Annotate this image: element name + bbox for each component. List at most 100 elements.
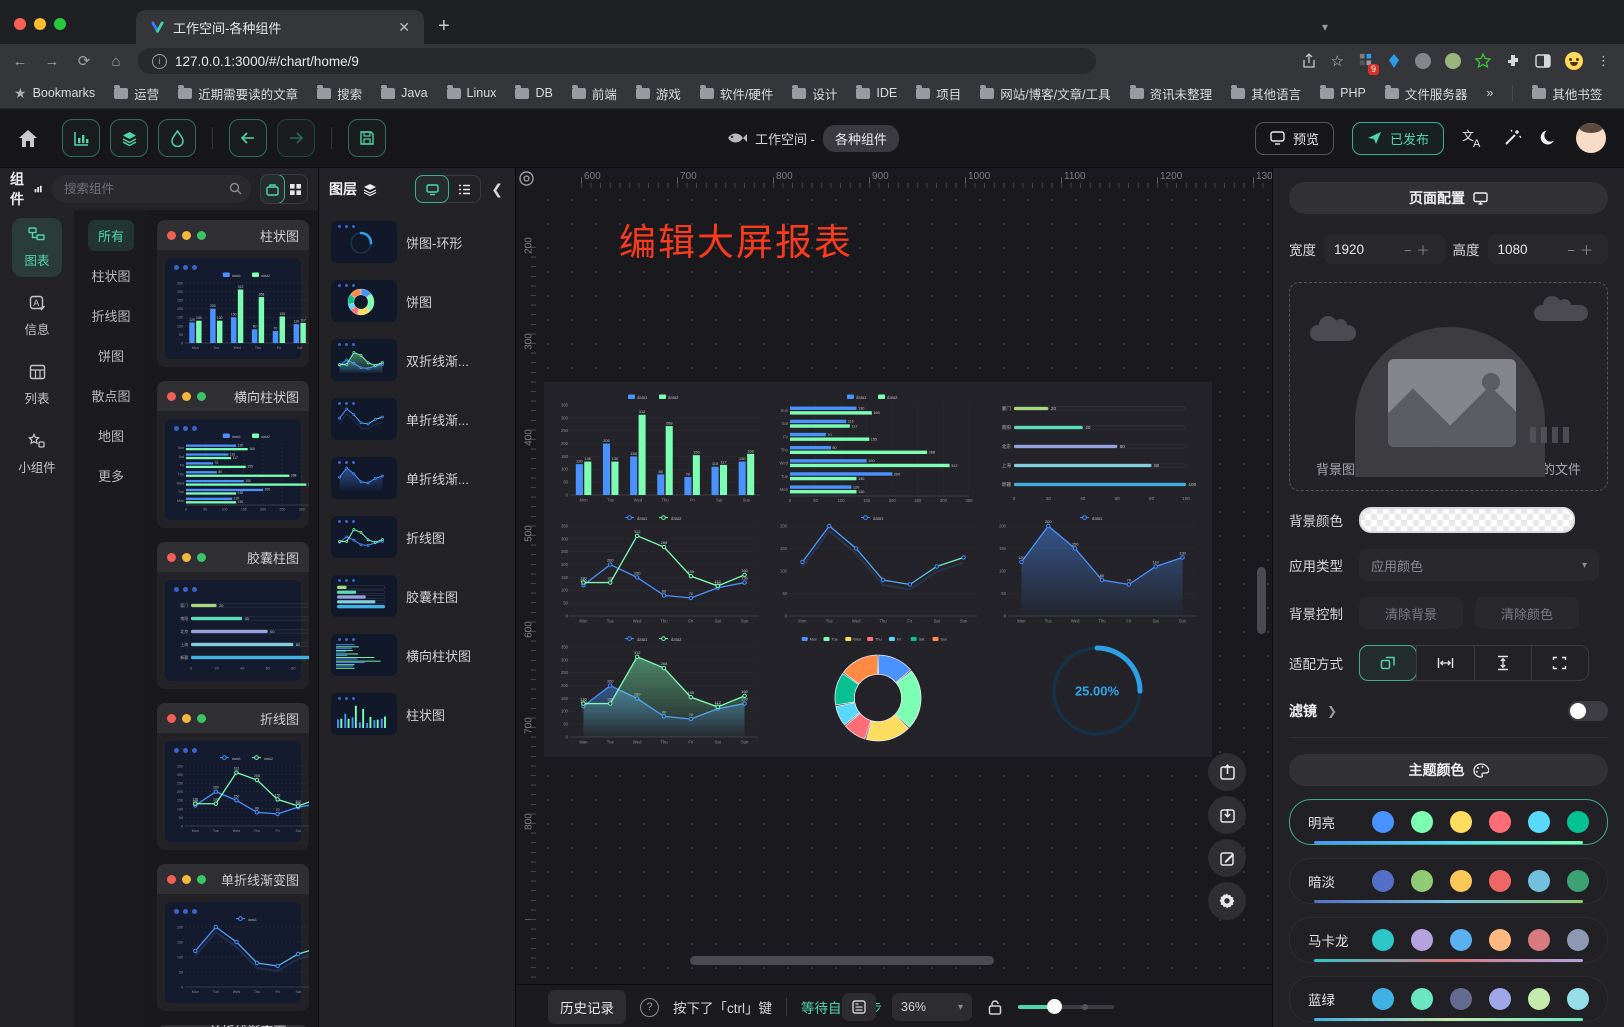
app-type-select[interactable]: 应用颜色▾ — [1359, 549, 1599, 581]
settings-gear-button[interactable] — [1208, 882, 1246, 920]
undo-button[interactable] — [229, 119, 267, 157]
component-card[interactable]: 柱状图 050100150200250300350MonTueWedThuFri… — [157, 220, 309, 367]
window-controls[interactable] — [0, 18, 80, 44]
board-chart-capsule[interactable]: 厦门20南阳40北京60上海80新疆100020406080100 — [987, 388, 1206, 509]
chart-line[interactable]: 050100150200250300350MonTueWedThuFriSatS… — [554, 513, 764, 627]
bookmark-item[interactable]: DB — [515, 86, 552, 100]
clear-background-button[interactable]: 清除背景 — [1359, 597, 1463, 629]
edit-button[interactable] — [1208, 839, 1246, 877]
category-item[interactable]: 折线图 — [81, 300, 140, 331]
vertical-scrollbar[interactable] — [1257, 567, 1266, 634]
filter-toggle[interactable] — [1568, 701, 1608, 721]
layer-item[interactable]: 饼图-环形 — [327, 216, 507, 268]
board-chart-hbar[interactable]: 050100150200250300350MonTueWedThuFriSatS… — [769, 388, 988, 509]
dark-mode-moon-icon[interactable] — [1540, 129, 1558, 147]
category-item[interactable]: 散点图 — [81, 380, 140, 411]
redo-button[interactable] — [277, 119, 315, 157]
layers-tool-button[interactable] — [110, 119, 148, 157]
browser-menu-icon[interactable]: ⋮ — [1597, 53, 1610, 69]
design-canvas[interactable]: 6007008009001000110012001300 20030040050… — [516, 168, 1272, 984]
rail-item-2[interactable]: A信息 — [12, 287, 62, 346]
guide-doc-button[interactable] — [842, 993, 876, 1021]
chart-sline[interactable]: 050100150200MonTueWedThuFriSatSundata1 — [773, 513, 983, 627]
clear-color-button[interactable]: 清除颜色 — [1475, 597, 1579, 629]
bookmark-item[interactable]: 前端 — [572, 84, 617, 103]
bookmark-item[interactable]: 运营 — [114, 84, 159, 103]
bookmark-item[interactable]: 项目 — [916, 84, 961, 103]
back-icon[interactable]: ← — [10, 53, 30, 70]
rail-item-1[interactable]: 图表 — [12, 218, 62, 277]
bookmarks-overflow[interactable]: » — [1486, 86, 1493, 100]
reload-icon[interactable]: ⟳ — [74, 52, 94, 70]
bookmark-item[interactable]: 游戏 — [636, 84, 681, 103]
chart-hbar[interactable]: 050100150200250300350MonTueWedThuFriSatS… — [773, 392, 983, 506]
chart-darea[interactable]: 050100150200250300350MonTueWedThuFriSatS… — [554, 634, 764, 748]
layer-item[interactable]: 折线图 — [327, 511, 507, 563]
bookmark-item[interactable]: 其他语言 — [1231, 84, 1301, 103]
selected-chart-group[interactable]: 050100150200250300350MonTueWedThuFriSatS… — [544, 382, 1212, 757]
pin-extension-icon[interactable] — [1387, 53, 1401, 69]
layer-item[interactable]: 双折线渐... — [327, 334, 507, 386]
bookmark-item[interactable]: 设计 — [792, 84, 837, 103]
chart-pie[interactable]: MonTueWedThuFriSatSun — [773, 634, 983, 748]
bookmarks-root[interactable]: ★Bookmarks — [14, 85, 95, 102]
stepper-icons[interactable]: −＋ — [1567, 240, 1598, 259]
bookmark-item[interactable]: IDE — [856, 86, 897, 100]
charts-tool-button[interactable] — [62, 119, 100, 157]
extension-round-icon[interactable] — [1415, 53, 1431, 69]
export-button[interactable] — [1208, 753, 1246, 791]
extension-icon[interactable]: 9 — [1358, 52, 1373, 70]
browser-tab[interactable]: 工作空间-各种组件 ✕ — [136, 10, 424, 44]
address-bar[interactable]: i 127.0.0.1:3000/#/chart/home/9 — [138, 48, 1096, 74]
language-icon[interactable]: 文A — [1462, 128, 1484, 148]
chevron-right-icon[interactable]: ❯ — [1327, 704, 1337, 718]
magic-wand-icon[interactable] — [1502, 128, 1522, 148]
tab-close-icon[interactable]: ✕ — [398, 19, 410, 36]
component-card[interactable]: 单折线渐变图 050100150200MonTueWedThuFriSatSun… — [157, 864, 309, 1011]
board-chart-sarea[interactable]: 050100150200MonTueWedThuFriSatSundata112… — [987, 509, 1206, 630]
close-window-button[interactable] — [14, 18, 26, 30]
help-icon[interactable]: ? — [640, 998, 659, 1017]
layer-list-view[interactable] — [448, 176, 480, 202]
stepper-icons[interactable]: −＋ — [1404, 240, 1435, 259]
board-chart-line[interactable]: 050100150200250300350MonTueWedThuFriSatS… — [550, 509, 769, 630]
publish-button[interactable]: 已发布 — [1352, 122, 1444, 155]
new-tab-button[interactable]: + — [438, 15, 450, 38]
board-chart-ring[interactable]: 25.00% — [987, 630, 1206, 751]
page-config-header[interactable]: 页面配置 — [1289, 182, 1608, 214]
other-bookmarks[interactable]: 其他书签 — [1532, 84, 1602, 103]
layer-item[interactable]: 横向柱状图 — [327, 629, 507, 681]
slider-knob[interactable] — [1047, 999, 1062, 1014]
layer-thumbnail-view[interactable] — [415, 175, 449, 203]
bookmark-item[interactable]: Linux — [447, 86, 497, 100]
collapse-layer-panel-icon[interactable]: ❮ — [489, 181, 505, 198]
green-star-extension-icon[interactable] — [1475, 53, 1491, 69]
layer-item[interactable]: 饼图 — [327, 275, 507, 327]
board-chart-pie[interactable]: MonTueWedThuFriSatSun — [769, 630, 988, 751]
bookmark-item[interactable]: 搜索 — [317, 84, 362, 103]
chart-bar[interactable]: 050100150200250300350MonTueWedThuFriSatS… — [554, 392, 764, 506]
fit-stretch-option[interactable] — [1531, 646, 1588, 680]
forward-icon[interactable]: → — [42, 53, 62, 70]
component-card[interactable]: 胶囊柱图 厦门20南阳40北京60上海80新疆100020406080100 — [157, 542, 309, 689]
filter-tool-button[interactable] — [158, 119, 196, 157]
board-chart-darea[interactable]: 050100150200250300350MonTueWedThuFriSatS… — [550, 630, 769, 751]
tab-search-chevron-icon[interactable]: ▾ — [1322, 20, 1328, 34]
chart-sarea[interactable]: 050100150200MonTueWedThuFriSatSundata112… — [992, 513, 1202, 627]
bookmark-item[interactable]: 资讯未整理 — [1130, 84, 1213, 103]
preview-button[interactable]: 预览 — [1255, 122, 1334, 155]
single-view-toggle[interactable] — [260, 174, 285, 204]
sidebar-toggle-icon[interactable] — [1535, 54, 1551, 68]
category-item[interactable]: 地图 — [88, 420, 134, 451]
share-icon[interactable] — [1301, 53, 1317, 69]
fit-width-option[interactable] — [1416, 646, 1473, 680]
bookmark-star-icon[interactable]: ☆ — [1331, 52, 1344, 70]
site-info-icon[interactable]: i — [152, 54, 167, 69]
fit-height-option[interactable] — [1474, 646, 1531, 680]
grid-view-toggle[interactable] — [284, 175, 307, 203]
height-input[interactable]: 1080−＋ — [1488, 234, 1609, 264]
history-button[interactable]: 历史记录 — [548, 990, 626, 1024]
chart-ring[interactable]: 25.00% — [992, 634, 1202, 748]
layer-item[interactable]: 单折线渐... — [327, 452, 507, 504]
extension-round2-icon[interactable] — [1445, 53, 1461, 69]
